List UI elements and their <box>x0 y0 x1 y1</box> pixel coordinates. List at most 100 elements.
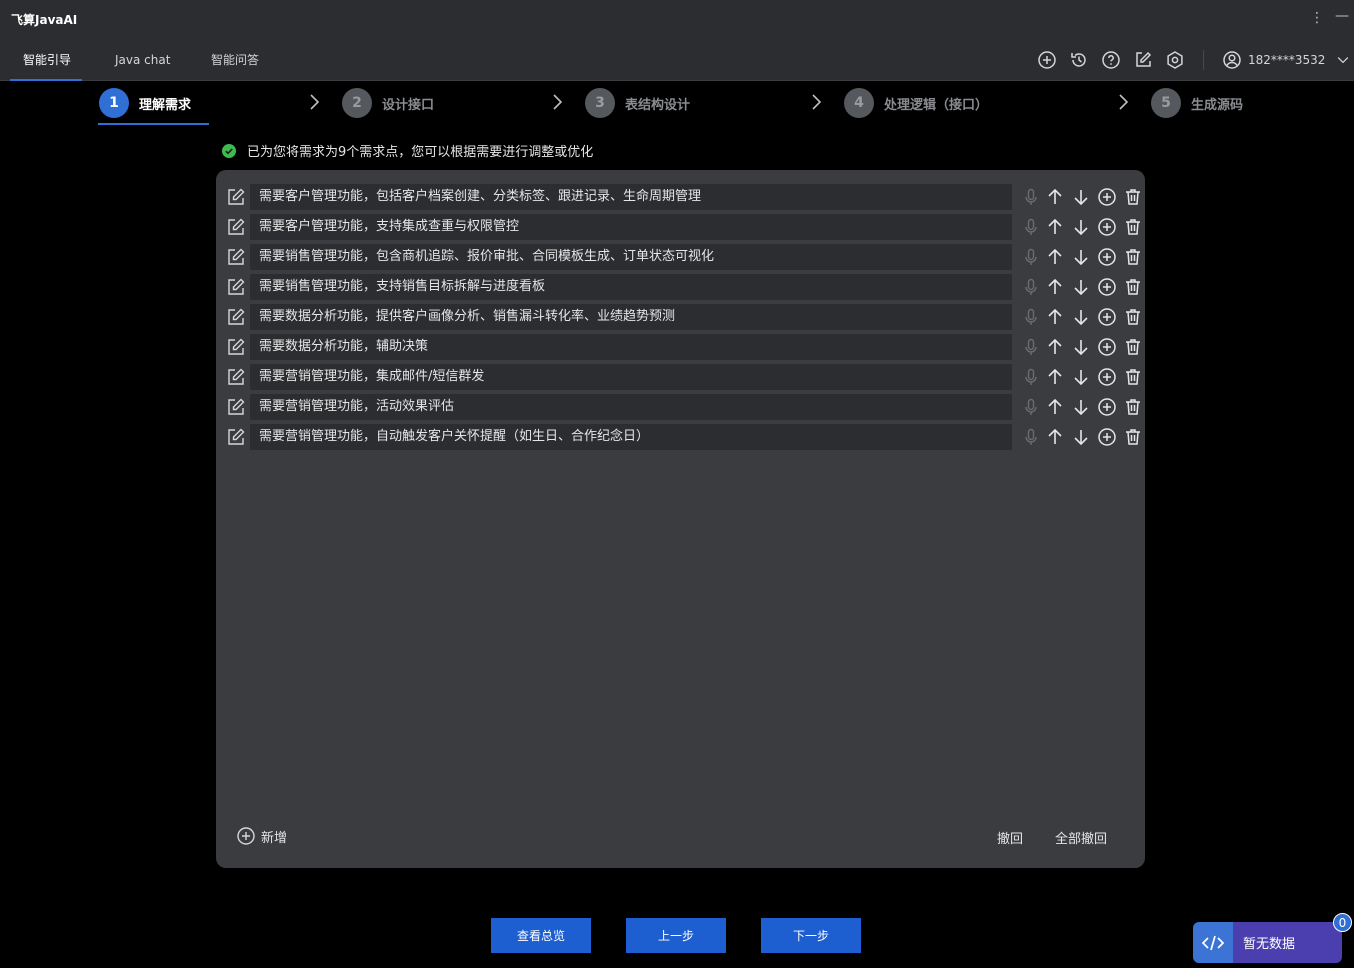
requirement-row: 需要销售管理功能，包含商机追踪、报价审批、合同模板生成、订单状态可视化 <box>226 244 1140 270</box>
edit-icon[interactable] <box>226 307 246 327</box>
insert-row-icon[interactable] <box>1097 217 1117 237</box>
user-icon <box>1223 51 1241 69</box>
delete-icon[interactable] <box>1123 247 1143 267</box>
requirement-text[interactable]: 需要客户管理功能，支持集成查重与权限管控 <box>250 214 1012 240</box>
insert-row-icon[interactable] <box>1097 427 1117 447</box>
insert-row-icon[interactable] <box>1097 397 1117 417</box>
move-down-icon[interactable] <box>1071 187 1091 207</box>
requirement-text[interactable]: 需要销售管理功能，包含商机追踪、报价审批、合同模板生成、订单状态可视化 <box>250 244 1012 270</box>
move-down-icon[interactable] <box>1071 397 1091 417</box>
user-menu[interactable]: 182****3532 <box>1222 49 1351 71</box>
move-up-icon[interactable] <box>1045 247 1065 267</box>
step-5[interactable]: 5 生成源码 <box>1151 87 1243 119</box>
move-down-icon[interactable] <box>1071 367 1091 387</box>
requirement-text[interactable]: 需要营销管理功能，活动效果评估 <box>250 394 1012 420</box>
microphone-icon[interactable] <box>1021 217 1041 237</box>
undo-all-button[interactable]: 全部撤回 <box>1055 828 1107 847</box>
microphone-icon[interactable] <box>1021 187 1041 207</box>
edit-icon[interactable] <box>226 337 246 357</box>
move-up-icon[interactable] <box>1045 187 1065 207</box>
requirement-row: 需要客户管理功能，支持集成查重与权限管控 <box>226 214 1140 240</box>
edit-icon[interactable] <box>1133 50 1153 70</box>
chevron-down-icon <box>1338 57 1349 64</box>
microphone-icon[interactable] <box>1021 247 1041 267</box>
next-step-button[interactable]: 下一步 <box>761 918 861 953</box>
tab-smart-guide[interactable]: 智能引导 <box>9 38 83 81</box>
move-down-icon[interactable] <box>1071 247 1091 267</box>
move-down-icon[interactable] <box>1071 217 1091 237</box>
requirement-row: 需要营销管理功能，集成邮件/短信群发 <box>226 364 1140 390</box>
edit-icon[interactable] <box>226 277 246 297</box>
requirement-text[interactable]: 需要营销管理功能，集成邮件/短信群发 <box>250 364 1012 390</box>
history-icon[interactable] <box>1069 50 1089 70</box>
insert-row-icon[interactable] <box>1097 187 1117 207</box>
move-up-icon[interactable] <box>1045 217 1065 237</box>
delete-icon[interactable] <box>1123 217 1143 237</box>
delete-icon[interactable] <box>1123 277 1143 297</box>
chevron-right-icon <box>310 94 320 110</box>
move-up-icon[interactable] <box>1045 367 1065 387</box>
add-circle-icon[interactable] <box>1037 50 1057 70</box>
edit-icon[interactable] <box>226 247 246 267</box>
requirement-text[interactable]: 需要客户管理功能，包括客户档案创建、分类标签、跟进记录、生命周期管理 <box>250 184 1012 210</box>
move-down-icon[interactable] <box>1071 337 1091 357</box>
edit-icon[interactable] <box>226 217 246 237</box>
edit-icon[interactable] <box>226 427 246 447</box>
requirement-text[interactable]: 需要销售管理功能，支持销售目标拆解与进度看板 <box>250 274 1012 300</box>
edit-icon[interactable] <box>226 187 246 207</box>
title-bar: 飞算JavaAI ⋮ — <box>0 0 1354 38</box>
step-4[interactable]: 4 处理逻辑（接口） <box>844 87 988 119</box>
step-2[interactable]: 2 设计接口 <box>342 87 434 119</box>
settings-icon[interactable] <box>1165 50 1185 70</box>
insert-row-icon[interactable] <box>1097 307 1117 327</box>
microphone-icon[interactable] <box>1021 367 1041 387</box>
move-down-icon[interactable] <box>1071 307 1091 327</box>
move-up-icon[interactable] <box>1045 277 1065 297</box>
delete-icon[interactable] <box>1123 397 1143 417</box>
edit-icon[interactable] <box>226 397 246 417</box>
move-up-icon[interactable] <box>1045 397 1065 417</box>
delete-icon[interactable] <box>1123 367 1143 387</box>
move-up-icon[interactable] <box>1045 427 1065 447</box>
app-title: 飞算JavaAI <box>11 13 78 27</box>
help-icon[interactable] <box>1101 50 1121 70</box>
step-1[interactable]: 1 理解需求 <box>99 87 191 119</box>
delete-icon[interactable] <box>1123 337 1143 357</box>
previous-step-button[interactable]: 上一步 <box>626 918 726 953</box>
delete-icon[interactable] <box>1123 307 1143 327</box>
delete-icon[interactable] <box>1123 187 1143 207</box>
success-notice: 已为您将需求为9个需求点，您可以根据需要进行调整或优化 <box>222 141 593 160</box>
insert-row-icon[interactable] <box>1097 277 1117 297</box>
move-up-icon[interactable] <box>1045 337 1065 357</box>
requirement-text[interactable]: 需要营销管理功能，自动触发客户关怀提醒（如生日、合作纪念日） <box>250 424 1012 450</box>
tab-smart-qa[interactable]: 智能问答 <box>211 38 259 81</box>
microphone-icon[interactable] <box>1021 307 1041 327</box>
insert-row-icon[interactable] <box>1097 367 1117 387</box>
move-down-icon[interactable] <box>1071 427 1091 447</box>
microphone-icon[interactable] <box>1021 397 1041 417</box>
undo-button[interactable]: 撤回 <box>997 828 1023 847</box>
code-widget[interactable]: 暂无数据 <box>1193 922 1342 963</box>
edit-icon[interactable] <box>226 367 246 387</box>
step-label: 设计接口 <box>382 97 435 113</box>
insert-row-icon[interactable] <box>1097 247 1117 267</box>
move-up-icon[interactable] <box>1045 307 1065 327</box>
requirement-text[interactable]: 需要数据分析功能，提供客户画像分析、销售漏斗转化率、业绩趋势预测 <box>250 304 1012 330</box>
requirement-row: 需要销售管理功能，支持销售目标拆解与进度看板 <box>226 274 1140 300</box>
more-menu-icon[interactable]: ⋮ <box>1310 8 1324 28</box>
chevron-right-icon <box>553 94 563 110</box>
success-check-icon <box>222 143 236 158</box>
move-down-icon[interactable] <box>1071 277 1091 297</box>
add-circle-icon <box>237 827 255 845</box>
view-overview-button[interactable]: 查看总览 <box>491 918 591 953</box>
microphone-icon[interactable] <box>1021 427 1041 447</box>
delete-icon[interactable] <box>1123 427 1143 447</box>
minimize-icon[interactable]: — <box>1335 6 1349 26</box>
requirement-text[interactable]: 需要数据分析功能，辅助决策 <box>250 334 1012 360</box>
insert-row-icon[interactable] <box>1097 337 1117 357</box>
microphone-icon[interactable] <box>1021 277 1041 297</box>
microphone-icon[interactable] <box>1021 337 1041 357</box>
add-requirement-button[interactable]: 新增 <box>236 826 287 846</box>
tab-java-chat[interactable]: Java chat <box>115 38 170 81</box>
step-3[interactable]: 3 表结构设计 <box>585 87 690 119</box>
